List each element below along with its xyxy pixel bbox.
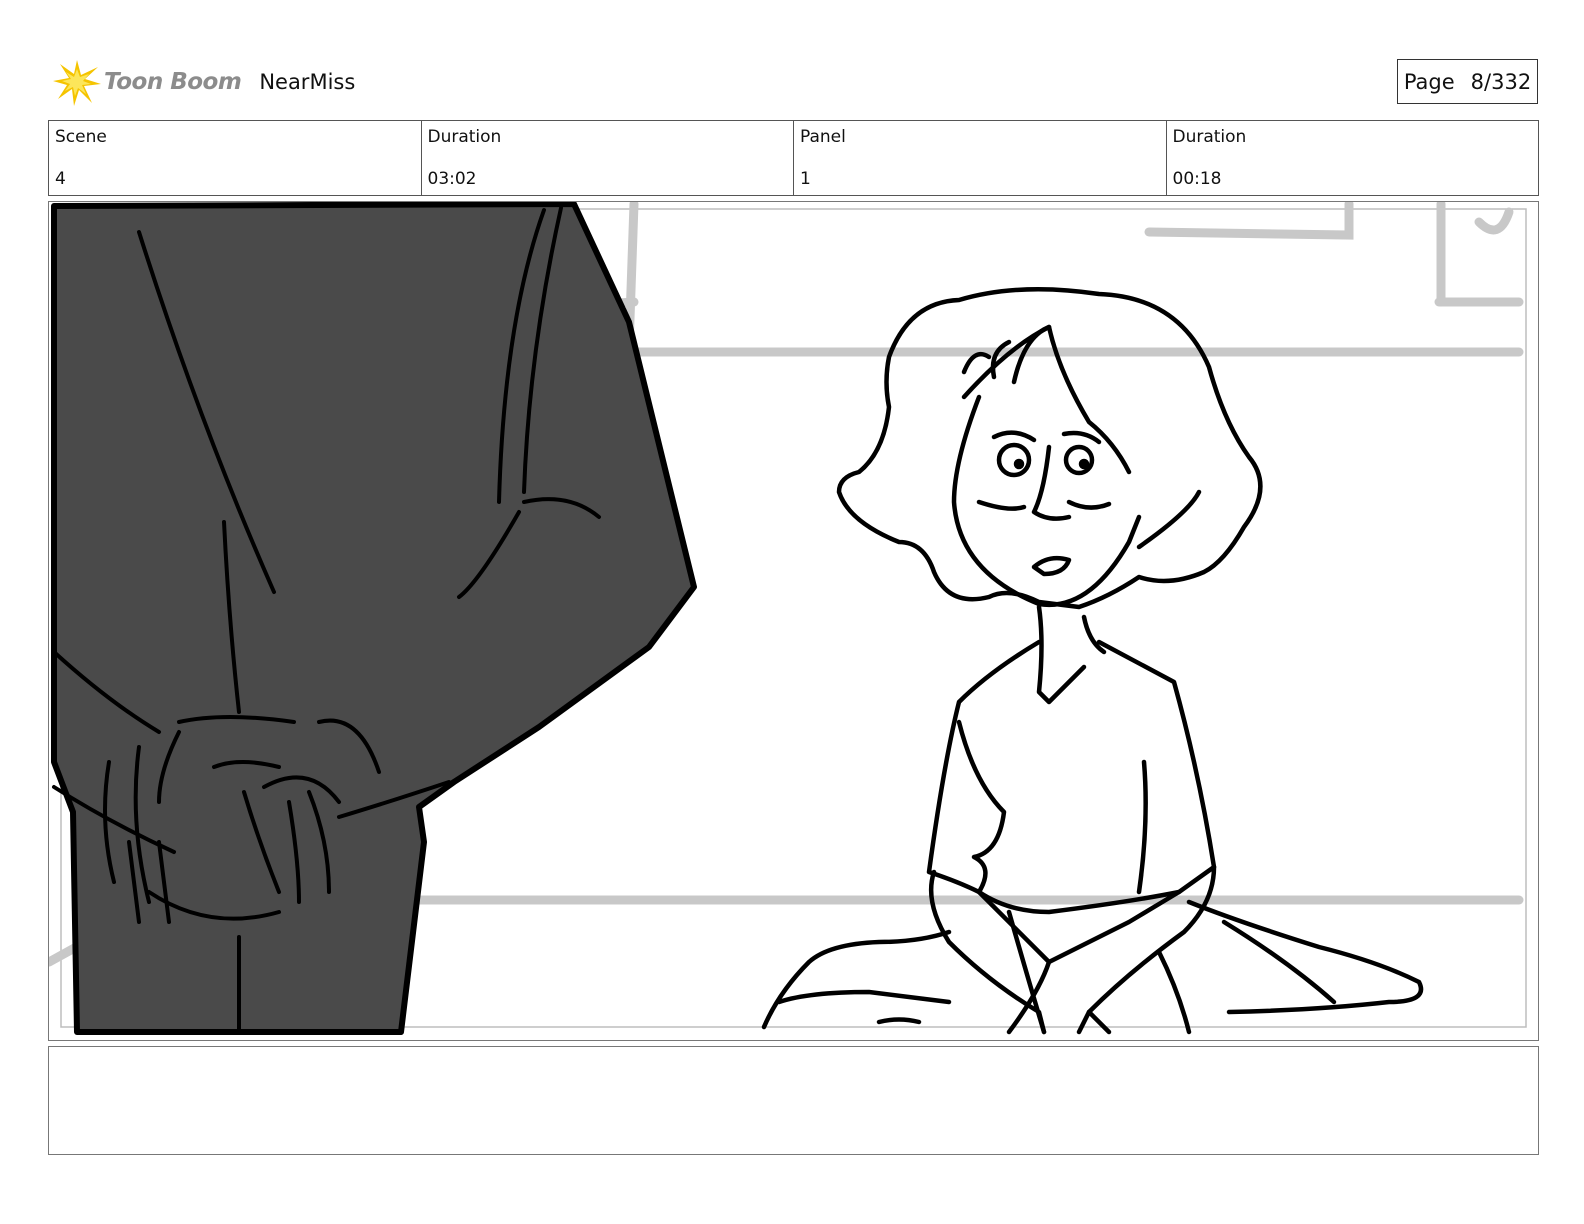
standing-figure [51, 202, 697, 1035]
info-label: Scene [55, 127, 107, 147]
info-label: Duration [427, 127, 502, 147]
info-value: 1 [800, 169, 811, 189]
info-value: 4 [55, 169, 66, 189]
info-cell-scene-duration: Duration 03:02 [422, 121, 794, 195]
page-indicator: Page 8/332 [1397, 59, 1538, 104]
panel-sketch [49, 202, 1527, 1035]
info-value: 00:18 [1172, 169, 1222, 189]
info-cell-scene: Scene 4 [49, 121, 422, 195]
storyboard-panel [48, 201, 1539, 1041]
starburst-icon [53, 60, 101, 106]
seated-girl [761, 286, 1424, 1035]
page-label: Page [1403, 69, 1455, 94]
project-title: NearMiss [259, 70, 356, 94]
storyboard-header: Toon Boom NearMiss [52, 56, 355, 108]
toon-boom-logo: Toon Boom [52, 57, 242, 107]
info-cell-panel: Panel 1 [794, 121, 1167, 195]
info-label: Panel [800, 127, 846, 147]
info-label: Duration [1172, 127, 1247, 147]
info-value: 03:02 [427, 169, 477, 189]
page-number: 8/332 [1470, 69, 1532, 94]
logo-text: Toon Boom [104, 69, 242, 95]
info-cell-panel-duration: Duration 00:18 [1167, 121, 1539, 195]
scene-info-table: Scene 4 Duration 03:02 Panel 1 Duration … [48, 120, 1539, 196]
panel-notes-box [48, 1046, 1539, 1155]
